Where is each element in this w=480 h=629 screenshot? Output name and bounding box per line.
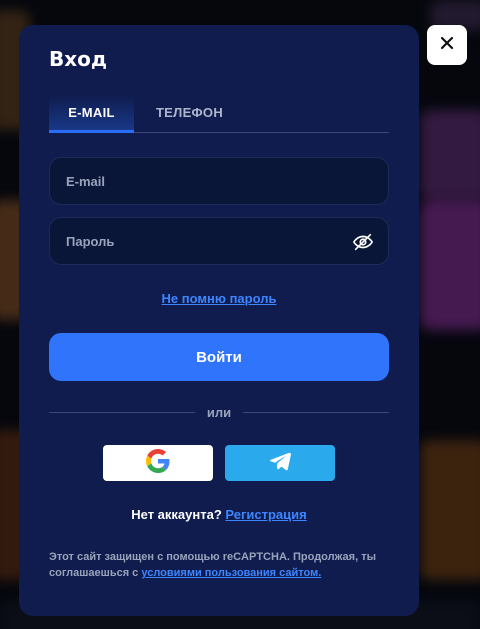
background-tile [420, 200, 480, 330]
telegram-icon [268, 449, 292, 477]
email-field[interactable] [50, 158, 388, 204]
register-link[interactable]: Регистрация [225, 507, 306, 522]
login-tabs: E-MAIL ТЕЛЕФОН [49, 95, 389, 133]
tab-phone[interactable]: ТЕЛЕФОН [142, 95, 237, 133]
or-divider: или [49, 403, 389, 421]
email-field-wrapper [49, 157, 389, 205]
password-field-wrapper [49, 217, 389, 265]
register-prompt-text: Нет аккаунта? [131, 507, 222, 522]
google-login-button[interactable] [103, 445, 213, 481]
divider-line [49, 411, 195, 413]
password-field[interactable] [50, 218, 388, 264]
forgot-password-link[interactable]: Не помню пароль [49, 291, 389, 306]
background-tile [420, 440, 480, 580]
telegram-login-button[interactable] [225, 445, 335, 481]
tab-email[interactable]: E-MAIL [49, 95, 134, 133]
recaptcha-notice: Этот сайт защищен с помощью reCAPTCHA. П… [49, 549, 379, 581]
divider-line [243, 411, 389, 413]
eye-off-icon[interactable] [352, 231, 374, 253]
divider-text: или [206, 404, 232, 420]
google-icon [146, 449, 170, 477]
background-tile [420, 110, 480, 200]
login-button[interactable]: Войти [49, 333, 389, 381]
close-button[interactable] [427, 25, 467, 65]
register-prompt: Нет аккаунта? Регистрация [49, 507, 389, 522]
close-icon [439, 35, 455, 55]
terms-link[interactable]: условиями пользования сайтом. [141, 567, 321, 579]
modal-title: Вход [49, 47, 108, 71]
login-modal: Вход E-MAIL ТЕЛЕФОН Не помню пароль Войт… [19, 25, 419, 616]
